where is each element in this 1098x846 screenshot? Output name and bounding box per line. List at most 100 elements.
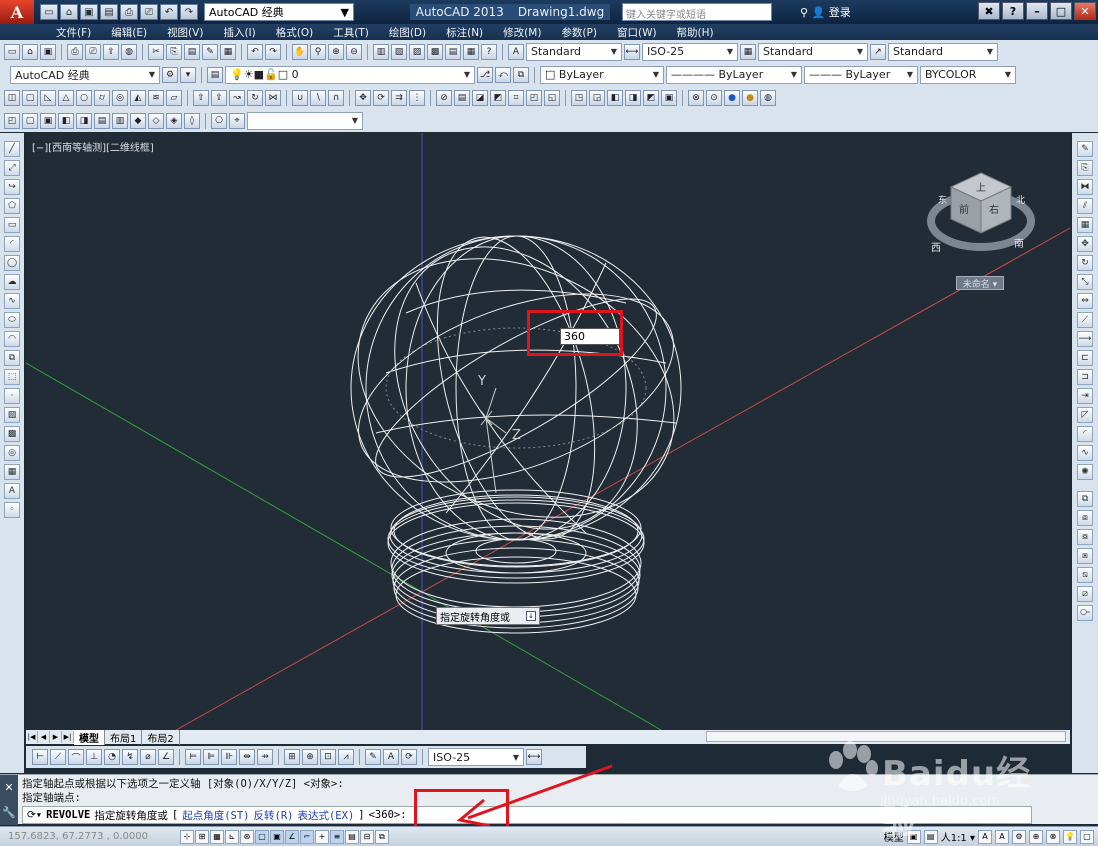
- lock-icon[interactable]: ⊕: [1029, 829, 1043, 844]
- help-search-input[interactable]: 键入关键字或短语: [622, 3, 772, 21]
- layer-properties-icon[interactable]: ▤: [207, 66, 223, 83]
- insert-block-icon[interactable]: ⧉: [4, 350, 20, 366]
- add-selected-icon[interactable]: ◦: [4, 502, 20, 518]
- left-view-icon[interactable]: ◧: [58, 112, 74, 129]
- view-dropdown[interactable]: ▼: [247, 111, 363, 130]
- dim-style-control[interactable]: ISO-25 ▼: [428, 748, 524, 766]
- snap-icon[interactable]: ⊞: [195, 829, 209, 844]
- sphere-icon[interactable]: ○: [76, 89, 92, 106]
- circle-icon[interactable]: ◯: [4, 255, 20, 271]
- model-space-toggle[interactable]: 模型: [884, 829, 904, 844]
- offset-icon[interactable]: ⫽: [1077, 198, 1093, 214]
- viewcube-front-label[interactable]: 前: [959, 203, 969, 216]
- menu-dimension[interactable]: 标注(N): [436, 25, 493, 40]
- polar-icon[interactable]: ⊛: [240, 829, 254, 844]
- angular-dim-icon[interactable]: ∠: [158, 749, 174, 765]
- dim-update-icon[interactable]: ⟳: [401, 749, 417, 765]
- wrench-icon[interactable]: 🔧: [2, 806, 16, 819]
- infer-constraints-icon[interactable]: ⊹: [180, 829, 194, 844]
- gradient-icon[interactable]: ▩: [4, 426, 20, 442]
- cone-icon[interactable]: △: [58, 89, 74, 106]
- cut-icon[interactable]: ✂: [148, 43, 164, 60]
- revolve-icon[interactable]: ↻: [247, 89, 263, 106]
- shell-icon[interactable]: ◱: [544, 89, 560, 106]
- workspace-settings-icon[interactable]: ⚙: [162, 66, 178, 83]
- erase-icon[interactable]: ✎: [1077, 141, 1093, 157]
- properties-icon[interactable]: ▥: [373, 43, 389, 60]
- slice-icon[interactable]: ⊘: [436, 89, 452, 106]
- command-line-input[interactable]: ⟳▾ REVOLVE 指定旋转角度或 [起点角度(ST) 反转(R) 表达式(E…: [22, 806, 1032, 824]
- save-icon[interactable]: ▣: [80, 4, 98, 20]
- menu-file[interactable]: 文件(F): [46, 25, 101, 40]
- zoom-window-icon[interactable]: ⊕: [328, 43, 344, 60]
- ortho-icon[interactable]: ⊾: [225, 829, 239, 844]
- plot-icon[interactable]: ⎚: [140, 4, 158, 20]
- visual-style-wire-icon[interactable]: ◲: [589, 89, 605, 106]
- sw-iso-icon[interactable]: ◆: [130, 112, 146, 129]
- horizontal-scrollbar[interactable]: [706, 731, 1066, 742]
- drawing-canvas[interactable]: [−][西南等轴测][二维线框] Y Z 上 前 右 北 西 南 东 未命名 ▾…: [26, 133, 1070, 730]
- imprint-icon[interactable]: ◰: [526, 89, 542, 106]
- viewcube-right-label[interactable]: 右: [989, 203, 999, 216]
- thicken-icon[interactable]: ▤: [454, 89, 470, 106]
- camera-icon[interactable]: ⎔: [211, 112, 227, 129]
- menu-edit[interactable]: 编辑(E): [101, 25, 157, 40]
- menu-tools[interactable]: 工具(T): [323, 25, 379, 40]
- help-icon[interactable]: ?: [1002, 2, 1024, 20]
- annotation-scale[interactable]: 人1:1 ▾: [941, 829, 975, 844]
- workspace-switch-icon[interactable]: ⚙: [1012, 829, 1026, 844]
- close-button[interactable]: ✕: [1074, 2, 1096, 20]
- section-plane-icon[interactable]: ◪: [472, 89, 488, 106]
- last-tab-icon[interactable]: ▶|: [62, 731, 74, 743]
- plot-preview-icon[interactable]: ⎚: [85, 43, 101, 60]
- inspect-icon[interactable]: ⊡: [320, 749, 336, 765]
- workspace-dropdown-secondary[interactable]: AutoCAD 经典 ▼: [10, 65, 160, 84]
- transparency-icon[interactable]: ▤: [345, 829, 359, 844]
- dyn-icon[interactable]: +: [315, 829, 329, 844]
- prev-tab-icon[interactable]: ◀: [38, 731, 50, 743]
- annotation-visibility-icon[interactable]: A: [978, 829, 992, 844]
- render-icon[interactable]: ⊗: [688, 89, 704, 106]
- linear-dim-icon[interactable]: ⊢: [32, 749, 48, 765]
- jogged-dim-icon[interactable]: ↯: [122, 749, 138, 765]
- copy-icon[interactable]: ⎘: [166, 43, 182, 60]
- render-window-icon[interactable]: ◍: [760, 89, 776, 106]
- hatch-icon[interactable]: ▨: [4, 407, 20, 423]
- ne-iso-icon[interactable]: ◈: [166, 112, 182, 129]
- baseline-dim-icon[interactable]: ⊫: [203, 749, 219, 765]
- quick-dim-icon[interactable]: ⊨: [185, 749, 201, 765]
- construction-line-icon[interactable]: ⤢: [4, 160, 20, 176]
- bring-to-front-icon[interactable]: ⧈: [1077, 510, 1093, 526]
- dim-text-edit-icon[interactable]: A: [383, 749, 399, 765]
- top-view-icon[interactable]: ▢: [22, 112, 38, 129]
- interfere-icon[interactable]: ◩: [490, 89, 506, 106]
- table-style-icon[interactable]: ▦: [740, 43, 756, 60]
- polysolid-icon[interactable]: ◫: [4, 89, 20, 106]
- layer-dropdown[interactable]: 💡☀■🔓□ 0 ▼: [225, 65, 475, 84]
- 3d-rotate-icon[interactable]: ⟳: [373, 89, 389, 106]
- dim-space-icon[interactable]: ⇹: [239, 749, 255, 765]
- visual-style-conceptual-icon[interactable]: ◩: [643, 89, 659, 106]
- tolerance-icon[interactable]: ⊞: [284, 749, 300, 765]
- chamfer-icon[interactable]: ◸: [1077, 407, 1093, 423]
- workspace-dropdown[interactable]: AutoCAD 经典 ▼: [204, 3, 354, 21]
- layer-previous-icon[interactable]: ⤺: [495, 66, 511, 83]
- visual-style-manager-icon[interactable]: ▣: [661, 89, 677, 106]
- cylinder-icon[interactable]: ⌭: [94, 89, 110, 106]
- grid-icon[interactable]: ▦: [210, 829, 224, 844]
- material-icon[interactable]: ●: [724, 89, 740, 106]
- quick-view-drawings-icon[interactable]: ▤: [923, 829, 938, 844]
- calculator-icon[interactable]: ▦: [463, 43, 479, 60]
- 3d-move-icon[interactable]: ✥: [355, 89, 371, 106]
- dim-break-icon[interactable]: ⇸: [257, 749, 273, 765]
- minimize-button[interactable]: –: [1026, 2, 1048, 20]
- multileader-style-icon[interactable]: ↗: [870, 43, 886, 60]
- markup-icon[interactable]: ▤: [445, 43, 461, 60]
- union-icon[interactable]: ∪: [292, 89, 308, 106]
- sheet-set-icon[interactable]: ▩: [427, 43, 443, 60]
- 3d-array-icon[interactable]: ⋮: [409, 89, 425, 106]
- bottom-view-icon[interactable]: ▣: [40, 112, 56, 129]
- blend-curves-icon[interactable]: ∿: [1077, 445, 1093, 461]
- torus-icon[interactable]: ◎: [112, 89, 128, 106]
- revision-cloud-icon[interactable]: ☁: [4, 274, 20, 290]
